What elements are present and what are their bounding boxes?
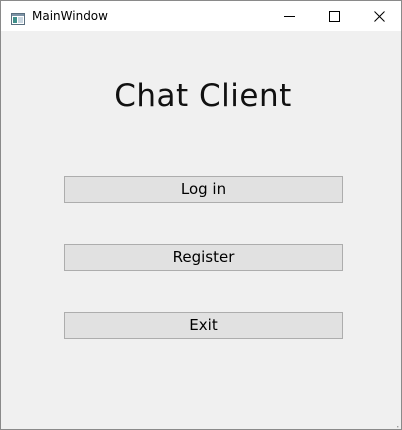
main-window: MainWindow Chat Client Log in Register E… [0,0,402,430]
exit-button[interactable]: Exit [64,312,343,339]
login-button[interactable]: Log in [64,176,343,203]
maximize-button[interactable] [311,1,357,31]
resize-grip-icon[interactable] [391,419,399,428]
page-title: Chat Client [114,78,292,114]
title-bar[interactable]: MainWindow [1,1,401,31]
close-button[interactable] [356,1,401,31]
window-title: MainWindow [32,9,108,23]
client-area: Chat Client Log in Register Exit [1,31,401,429]
register-button[interactable]: Register [64,244,343,271]
app-window-icon [11,10,25,25]
minimize-button[interactable] [266,1,312,31]
